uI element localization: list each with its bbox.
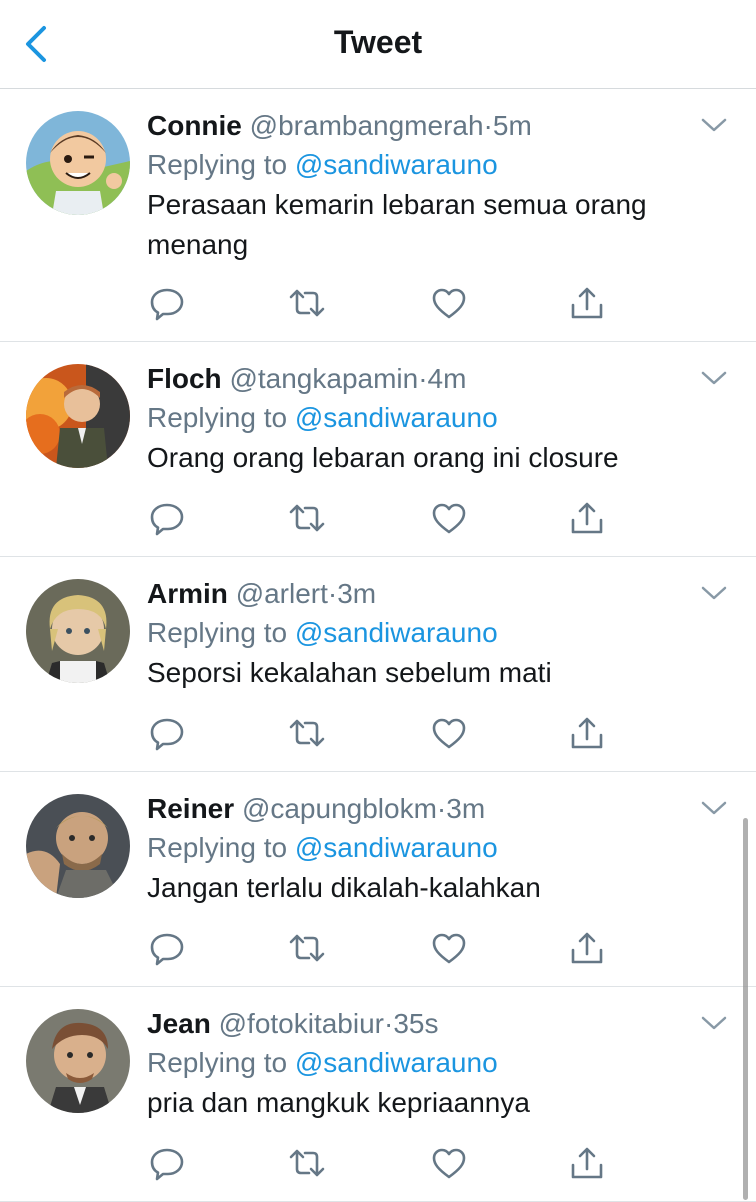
replying-to: Replying to @sandiwarauno [147,1043,716,1083]
tweet-meta: Floch @tangkapamin·4m [147,360,716,398]
separator-dot: · [327,578,338,609]
tweet-actions [147,1143,617,1183]
share-icon[interactable] [567,498,607,538]
tweet-content: Armin @arlert·3m Replying to @sandiwarau… [147,575,716,693]
replying-to: Replying to @sandiwarauno [147,398,716,438]
replying-to-label: Replying to [147,617,288,648]
like-icon[interactable] [429,713,469,753]
share-icon[interactable] [567,1143,607,1183]
tweet-item[interactable]: Jean @fotokitabiur·35s Replying to @sand… [0,987,756,1202]
tweet-actions [147,928,617,968]
display-name[interactable]: Connie [147,110,242,141]
timestamp: 3m [446,793,486,824]
timestamp: 4m [427,363,467,394]
tweet-meta: Jean @fotokitabiur·35s [147,1005,716,1043]
reply-icon[interactable] [147,928,187,968]
tweet-meta: Connie @brambangmerah·5m [147,107,716,145]
replying-to-label: Replying to [147,149,288,180]
avatar[interactable] [26,1009,130,1113]
replying-to-label: Replying to [147,1047,288,1078]
replying-to-mention[interactable]: @sandiwarauno [295,402,498,433]
like-icon[interactable] [429,1143,469,1183]
avatar[interactable] [26,111,130,215]
replying-to: Replying to @sandiwarauno [147,828,716,868]
tweet-text: Perasaan kemarin lebaran semua orang men… [147,189,647,260]
tweet-content: Floch @tangkapamin·4m Replying to @sandi… [147,360,716,478]
user-handle[interactable]: @capungblokm [242,793,437,824]
separator-dot: · [436,793,447,824]
chevron-down-icon[interactable] [700,115,728,135]
retweet-icon[interactable] [287,1143,327,1183]
scrollbar[interactable] [743,818,748,1200]
display-name[interactable]: Jean [147,1008,211,1039]
display-name[interactable]: Floch [147,363,222,394]
tweet-item[interactable]: Reiner @capungblokm·3m Replying to @sand… [0,772,756,987]
timestamp: 5m [492,110,532,141]
chevron-down-icon[interactable] [700,368,728,388]
avatar[interactable] [26,579,130,683]
avatar[interactable] [26,364,130,468]
retweet-icon[interactable] [287,713,327,753]
replying-to: Replying to @sandiwarauno [147,613,716,653]
user-handle[interactable]: @tangkapamin [229,363,418,394]
timestamp: 3m [337,578,377,609]
separator-dot: · [418,363,428,394]
tweet-content: Jean @fotokitabiur·35s Replying to @sand… [147,1005,716,1123]
like-icon[interactable] [429,283,469,323]
replying-to-mention[interactable]: @sandiwarauno [295,832,498,863]
tweet-meta: Armin @arlert·3m [147,575,716,613]
tweet-content: Connie @brambangmerah·5m Replying to @sa… [147,107,716,265]
reply-icon[interactable] [147,713,187,753]
reply-feed: Connie @brambangmerah·5m Replying to @sa… [0,89,756,1202]
separator-dot: · [384,1008,394,1039]
separator-dot: · [483,110,493,141]
reply-icon[interactable] [147,1143,187,1183]
tweet-item[interactable]: Floch @tangkapamin·4m Replying to @sandi… [0,342,756,557]
replying-to-label: Replying to [147,832,288,863]
share-icon[interactable] [567,713,607,753]
tweet-actions [147,713,617,753]
page-title: Tweet [333,24,423,60]
replying-to: Replying to @sandiwarauno [147,145,716,185]
tweet-text: pria dan mangkuk kepriaannya [147,1087,530,1118]
share-icon[interactable] [567,928,607,968]
tweet-actions [147,498,617,538]
chevron-down-icon[interactable] [700,798,728,818]
reply-icon[interactable] [147,283,187,323]
user-handle[interactable]: @fotokitabiur [219,1008,384,1039]
tweet-text: Seporsi kekalahan sebelum mati [147,657,552,688]
tweet-meta: Reiner @capungblokm·3m [147,790,716,828]
tweet-item[interactable]: Armin @arlert·3m Replying to @sandiwarau… [0,557,756,772]
tweet-content: Reiner @capungblokm·3m Replying to @sand… [147,790,716,908]
like-icon[interactable] [429,498,469,538]
replying-to-mention[interactable]: @sandiwarauno [295,1047,498,1078]
retweet-icon[interactable] [287,498,327,538]
display-name[interactable]: Armin [147,578,228,609]
share-icon[interactable] [567,283,607,323]
tweet-text: Jangan terlalu dikalah-kalahkan [147,872,541,903]
replying-to-label: Replying to [147,402,288,433]
retweet-icon[interactable] [287,283,327,323]
chevron-down-icon[interactable] [700,1013,728,1033]
timestamp: 35s [393,1008,439,1039]
tweet-text: Orang orang lebaran orang ini closure [147,442,619,473]
tweet-item[interactable]: Connie @brambangmerah·5m Replying to @sa… [0,89,756,342]
user-handle[interactable]: @arlert [236,578,328,609]
top-navigation-bar: Tweet [0,0,756,89]
retweet-icon[interactable] [287,928,327,968]
avatar[interactable] [26,794,130,898]
chevron-down-icon[interactable] [700,583,728,603]
replying-to-mention[interactable]: @sandiwarauno [295,617,498,648]
replying-to-mention[interactable]: @sandiwarauno [295,149,498,180]
user-handle[interactable]: @brambangmerah [250,110,484,141]
like-icon[interactable] [429,928,469,968]
tweet-actions [147,283,617,323]
display-name[interactable]: Reiner [147,793,234,824]
reply-icon[interactable] [147,498,187,538]
